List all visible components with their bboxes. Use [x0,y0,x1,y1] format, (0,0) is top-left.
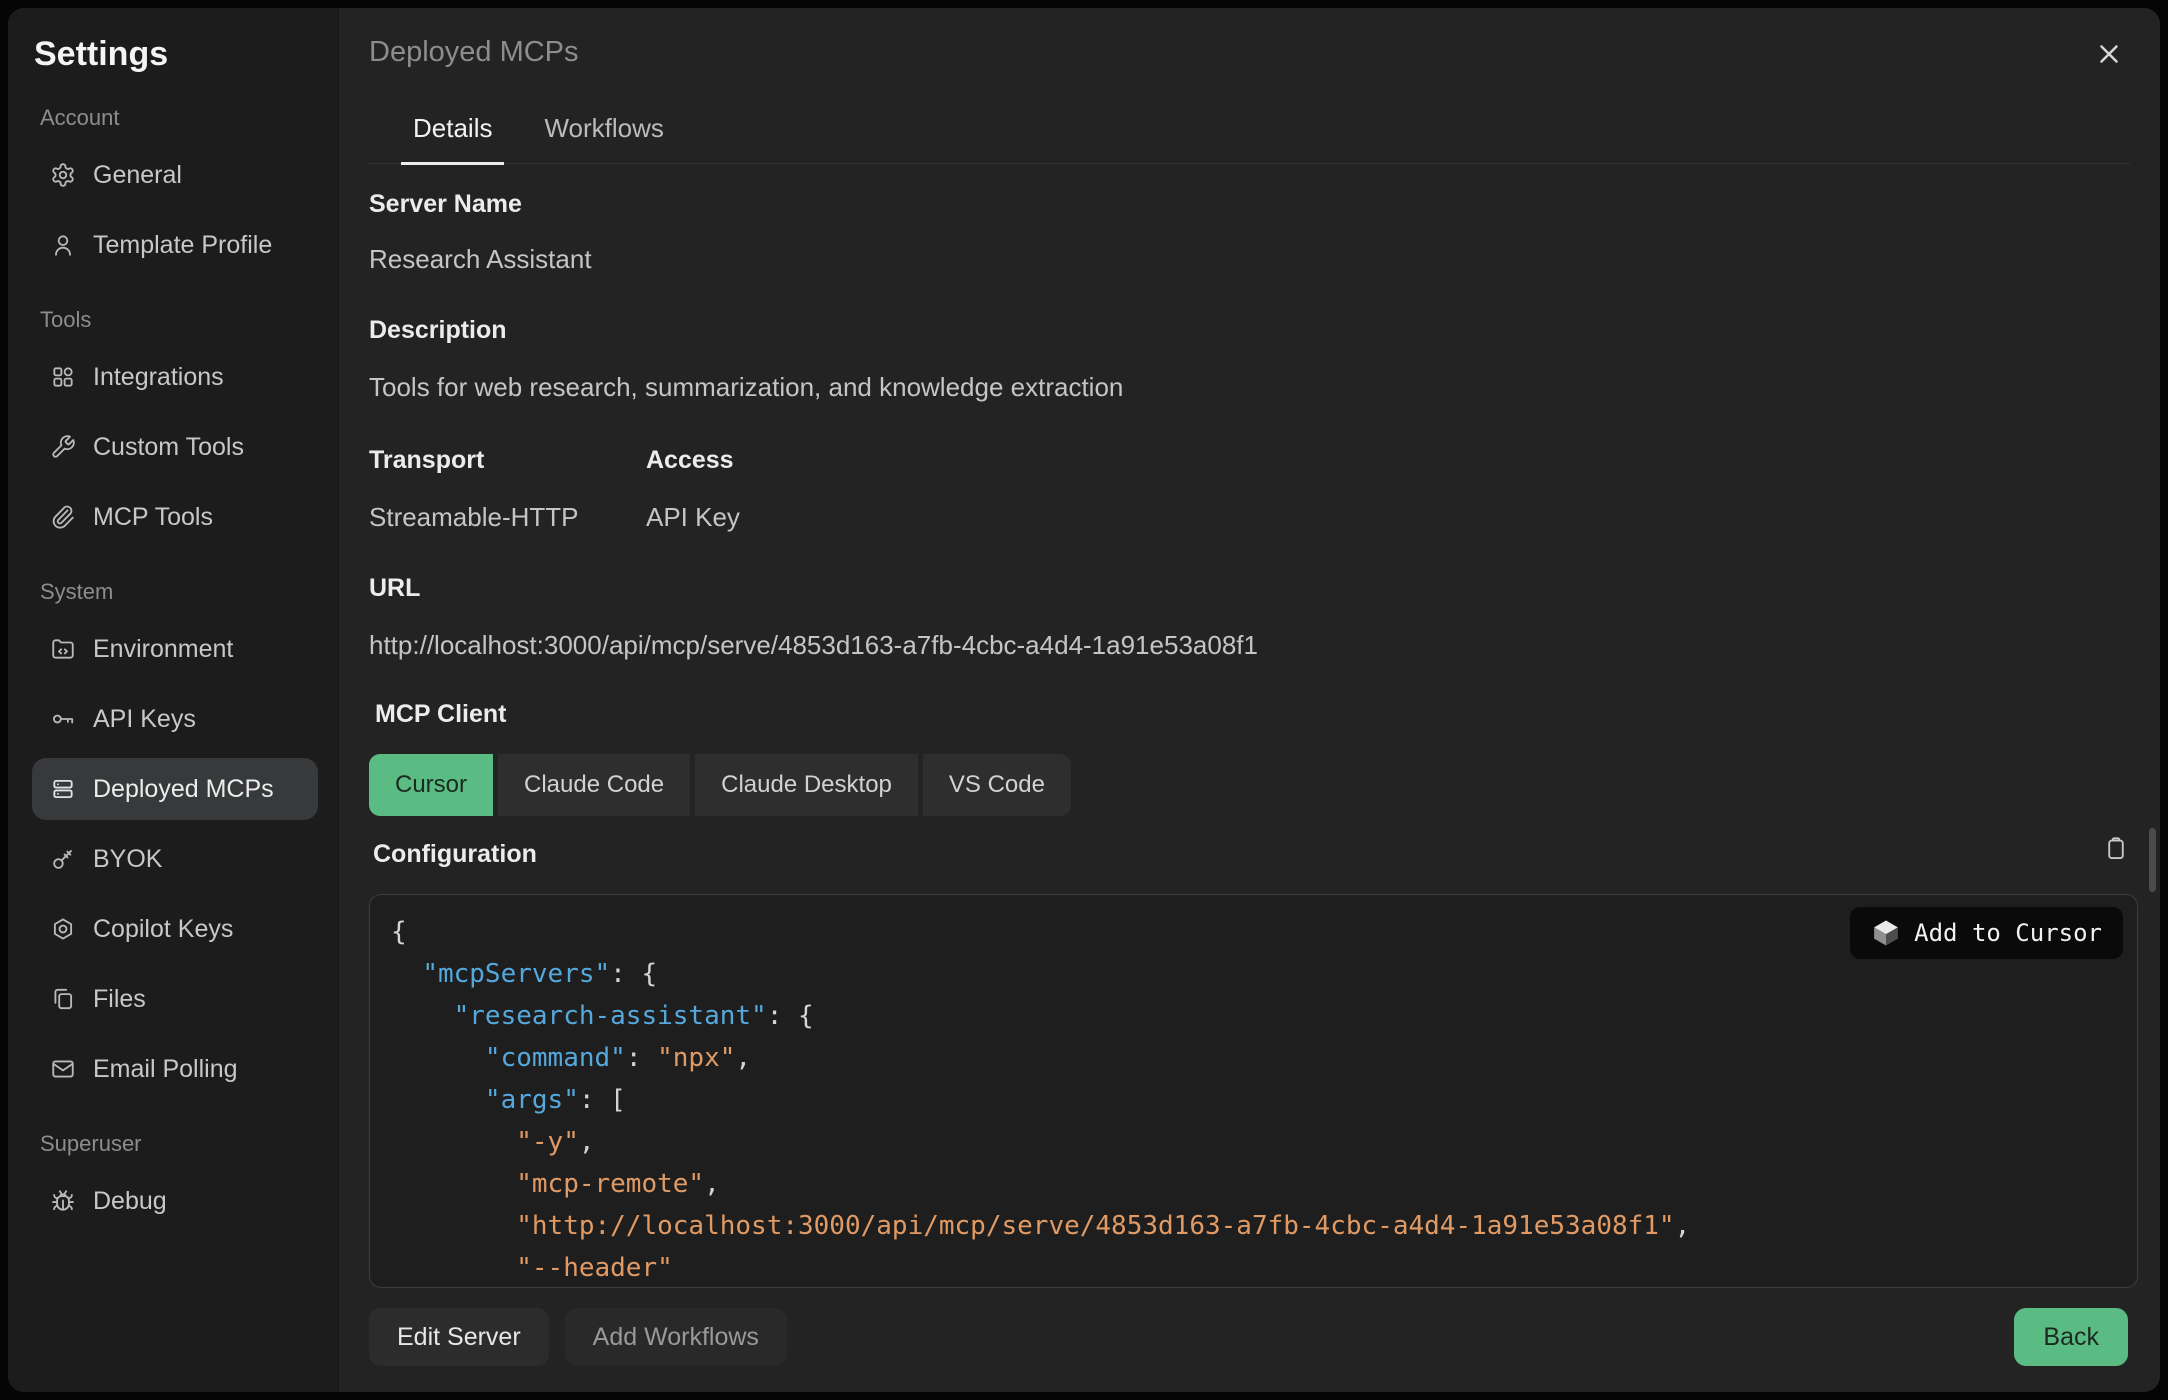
nut-icon [50,916,76,942]
add-to-cursor-label: Add to Cursor [1914,919,2102,947]
sidebar-item-label: Template Profile [93,231,272,260]
add-to-cursor-button[interactable]: Add to Cursor [1850,907,2123,959]
configuration-code-block[interactable]: { "mcpServers": { "research-assistant": … [369,894,2138,1288]
url-label: URL [369,572,420,604]
mcp-client-label: MCP Client [375,700,507,729]
code-line: "mcpServers": { [391,953,2137,995]
mcp-client-options: CursorClaude CodeClaude DesktopVS Code [369,754,1071,816]
tab-details[interactable]: Details [401,114,504,165]
sidebar-item-email-polling[interactable]: Email Polling [32,1038,318,1100]
scrollbar-thumb[interactable] [2149,828,2156,892]
wrench-icon [50,434,76,460]
code-line: "mcp-remote", [391,1163,2137,1205]
configuration-label: Configuration [373,840,537,869]
paperclip-icon [50,504,76,530]
description-value: Tools for web research, summarization, a… [369,370,1123,404]
access-label: Access [646,444,734,476]
code-line: "command": "npx", [391,1037,2137,1079]
cursor-cube-icon [1871,918,1901,948]
sidebar-item-byok[interactable]: BYOK [32,828,318,890]
description-label: Description [369,314,507,346]
code-lines: { "mcpServers": { "research-assistant": … [391,911,2137,1288]
sidebar-item-label: Copilot Keys [93,915,233,944]
client-option-claude-code[interactable]: Claude Code [498,754,690,816]
gear-icon [50,162,76,188]
sidebar-item-label: Custom Tools [93,433,244,462]
sidebar-item-label: Deployed MCPs [93,775,274,804]
key-diagonal-icon [50,846,76,872]
add-workflows-button[interactable]: Add Workflows [565,1308,787,1366]
edit-server-button[interactable]: Edit Server [369,1308,549,1366]
main-panel: Deployed MCPs Details Workflows Server Na… [339,8,2160,1392]
sidebar-item-label: General [93,161,182,190]
server-icon [50,776,76,802]
settings-title: Settings [34,34,318,74]
client-option-cursor[interactable]: Cursor [369,754,493,816]
grid-icon [50,364,76,390]
code-line: "research-assistant": { [391,995,2137,1037]
url-value: http://localhost:3000/api/mcp/serve/4853… [369,628,1258,662]
sidebar-item-api-keys[interactable]: API Keys [32,688,318,750]
sidebar-section-label-account: Account [40,104,318,132]
page-title: Deployed MCPs [369,36,579,69]
sidebar-item-environment[interactable]: Environment [32,618,318,680]
clipboard-icon [2102,851,2130,866]
code-line: "http://localhost:3000/api/mcp/serve/485… [391,1205,2137,1247]
key-icon [50,706,76,732]
sidebar-item-label: Integrations [93,363,224,392]
sidebar-item-copilot-keys[interactable]: Copilot Keys [32,898,318,960]
sidebar-section-label-superuser: Superuser [40,1130,318,1158]
transport-label: Transport [369,444,484,476]
close-button[interactable] [2092,38,2126,72]
mail-icon [50,1056,76,1082]
access-value: API Key [646,500,740,534]
tab-workflows[interactable]: Workflows [532,114,675,165]
sidebar-item-files[interactable]: Files [32,968,318,1030]
sidebar-item-custom-tools[interactable]: Custom Tools [32,416,318,478]
close-icon [2094,57,2124,72]
sidebar-item-template-profile[interactable]: Template Profile [32,214,318,276]
sidebar-sections: Account General Template Profile Tools Integ… [32,104,318,1232]
sidebar-item-label: API Keys [93,705,196,734]
sidebar-section-label-tools: Tools [40,306,318,334]
settings-modal: Settings Account General Template Profile T… [8,8,2160,1392]
sidebar-item-label: Environment [93,635,233,664]
code-line: "-y", [391,1121,2137,1163]
sidebar-item-label: MCP Tools [93,503,213,532]
code-line: "--header" [391,1247,2137,1288]
files-icon [50,986,76,1012]
sidebar: Settings Account General Template Profile T… [8,8,339,1392]
server-name-label: Server Name [369,188,522,220]
client-option-vs-code[interactable]: VS Code [923,754,1071,816]
sidebar-item-label: Debug [93,1187,167,1216]
copy-configuration-button[interactable] [2100,834,2132,866]
sidebar-item-debug[interactable]: Debug [32,1170,318,1232]
code-line: "args": [ [391,1079,2137,1121]
sidebar-item-deployed-mcps[interactable]: Deployed MCPs [32,758,318,820]
client-option-claude-desktop[interactable]: Claude Desktop [695,754,918,816]
sidebar-item-mcp-tools[interactable]: MCP Tools [32,486,318,548]
back-button[interactable]: Back [2014,1308,2128,1366]
sidebar-item-label: BYOK [93,845,162,874]
sidebar-item-integrations[interactable]: Integrations [32,346,318,408]
sidebar-section-label-system: System [40,578,318,606]
folder-code-icon [50,636,76,662]
server-name-value: Research Assistant [369,242,592,276]
sidebar-item-label: Files [93,985,146,1014]
sidebar-item-general[interactable]: General [32,144,318,206]
tabs-bar: Details Workflows [369,102,2130,164]
transport-value: Streamable-HTTP [369,500,579,534]
bug-icon [50,1188,76,1214]
footer-actions: Edit Server Add Workflows [369,1308,787,1366]
sidebar-item-label: Email Polling [93,1055,238,1084]
user-icon [50,232,76,258]
